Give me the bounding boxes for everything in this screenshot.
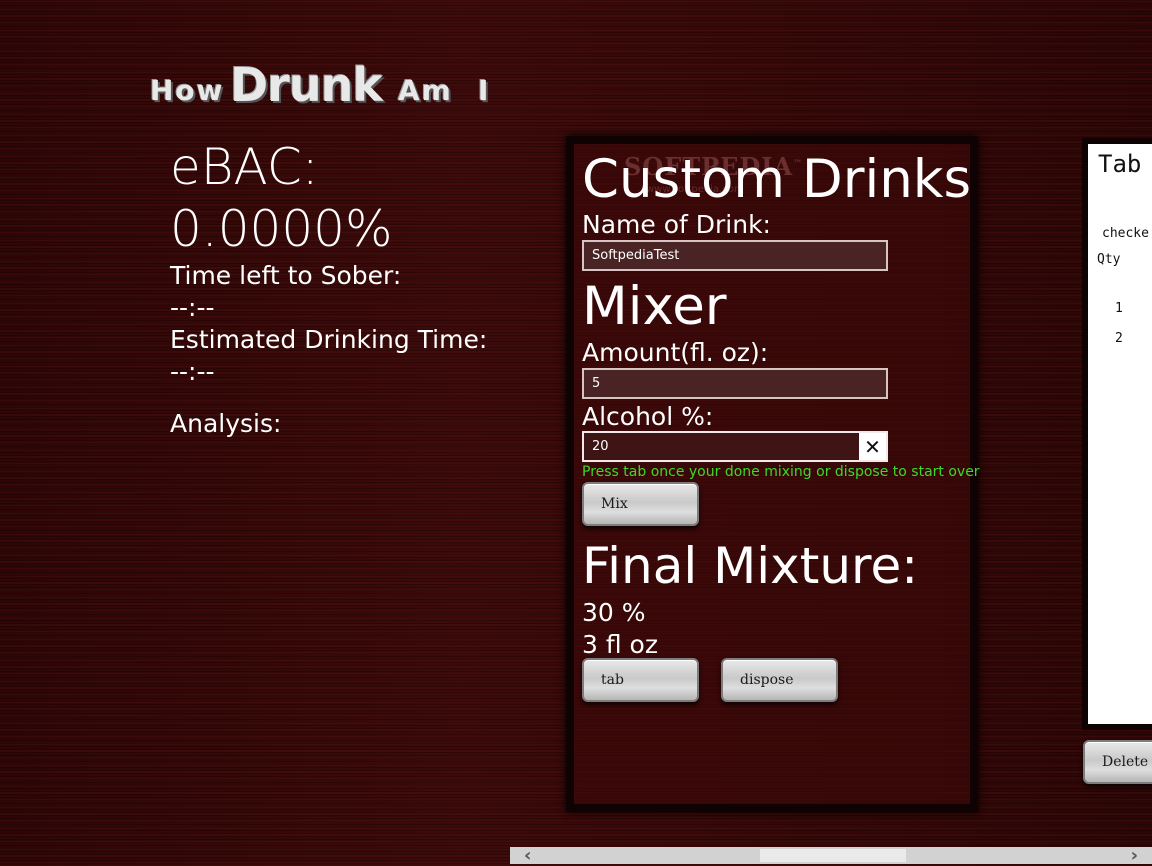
close-icon: ✕ xyxy=(864,434,881,459)
delete-button[interactable]: Delete xyxy=(1083,740,1152,784)
tab-title: Tab xyxy=(1098,150,1142,178)
mixing-hint: Press tab once your done mixing or dispo… xyxy=(582,464,980,480)
tab-panel: Tab checke Qty 1 2 xyxy=(1082,138,1152,730)
qty-header: Qty xyxy=(1097,252,1121,267)
sober-label: Time left to Sober: xyxy=(170,261,402,290)
checked-label: checke xyxy=(1102,226,1149,241)
stats-section: eBAC: 0.0000% Time left to Sober: --:-- … xyxy=(170,136,550,440)
amount-input[interactable] xyxy=(582,368,888,399)
logo-i: I xyxy=(478,74,491,107)
analysis-label: Analysis: xyxy=(170,409,282,438)
scrollbar-thumb[interactable] xyxy=(760,849,906,862)
final-mixture-title: Final Mixture: xyxy=(582,537,919,595)
alcohol-label: Alcohol %: xyxy=(582,402,714,431)
drink-name-label: Name of Drink: xyxy=(582,210,771,239)
logo-am: Am xyxy=(398,74,453,107)
app-logo: How Drunk Am I xyxy=(148,56,498,112)
alcohol-input[interactable] xyxy=(582,431,888,462)
dispose-button[interactable]: dispose xyxy=(721,658,838,702)
drink-name-input[interactable] xyxy=(582,240,888,271)
amount-label: Amount(fl. oz): xyxy=(582,338,769,367)
mixer-title: Mixer xyxy=(582,276,727,337)
custom-drinks-title: Custom Drinks xyxy=(582,149,972,210)
sober-value: --:-- xyxy=(170,293,215,322)
tab-row-qty: 2 xyxy=(1115,331,1123,346)
drinking-time-value: --:-- xyxy=(170,357,215,386)
ebac-value: 0.0000% xyxy=(170,200,393,258)
tab-row-qty: 1 xyxy=(1115,301,1123,316)
ebac-label: eBAC: xyxy=(170,138,319,196)
logo-how: How xyxy=(150,74,225,107)
mix-button[interactable]: Mix xyxy=(582,482,699,526)
logo-drunk: Drunk xyxy=(230,58,383,112)
scroll-left-icon[interactable]: ‹ xyxy=(524,845,531,866)
horizontal-scrollbar[interactable]: ‹ › xyxy=(510,845,1152,866)
drinking-time-label: Estimated Drinking Time: xyxy=(170,325,488,354)
tab-button[interactable]: tab xyxy=(582,658,699,702)
final-volume: 3 fl oz xyxy=(582,630,658,659)
scroll-right-icon[interactable]: › xyxy=(1131,845,1138,866)
final-percent: 30 % xyxy=(582,598,646,627)
clear-input-button[interactable]: ✕ xyxy=(859,433,886,460)
